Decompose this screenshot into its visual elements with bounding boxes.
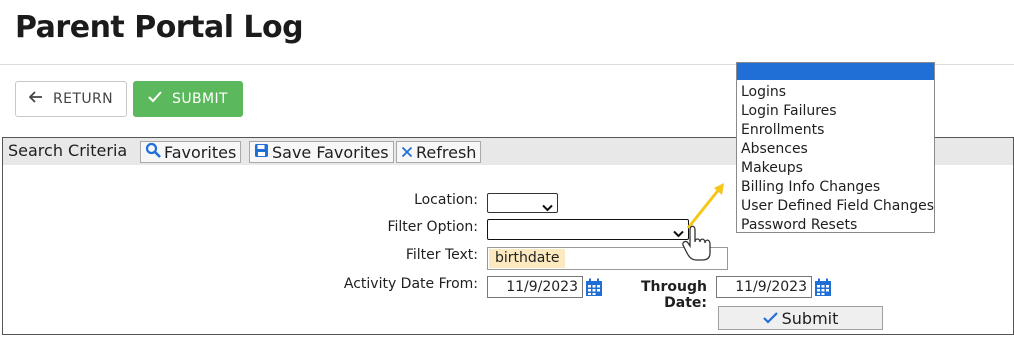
dropdown-option-login-failures[interactable]: Login Failures bbox=[741, 102, 934, 121]
check-icon bbox=[762, 309, 778, 328]
refresh-button[interactable]: Refresh bbox=[396, 141, 482, 163]
location-select[interactable] bbox=[487, 193, 558, 213]
dropdown-option-makeups[interactable]: Makeups bbox=[741, 159, 934, 178]
filter-text-value: birthdate bbox=[489, 249, 566, 268]
page-title: Parent Portal Log bbox=[15, 10, 304, 45]
dropdown-option-logins[interactable]: Logins bbox=[741, 83, 934, 102]
form-submit-button[interactable]: Submit bbox=[718, 306, 883, 330]
return-label: RETURN bbox=[53, 91, 113, 107]
form-submit-label: Submit bbox=[781, 308, 839, 328]
floppy-disk-icon bbox=[254, 143, 269, 162]
through-date-input[interactable]: 11/9/2023 bbox=[716, 276, 812, 298]
dropdown-option-absences[interactable]: Absences bbox=[741, 140, 934, 159]
filter-text-label: Filter Text: bbox=[405, 247, 478, 263]
refresh-label: Refresh bbox=[416, 142, 477, 162]
date-from-input[interactable]: 11/9/2023 bbox=[487, 276, 583, 298]
filter-option-label: Filter Option: bbox=[387, 219, 478, 235]
annotation-arrow-icon bbox=[682, 183, 724, 261]
dropdown-option-user-defined-field-changes[interactable]: User Defined Field Changes bbox=[741, 197, 934, 216]
arrow-left-icon bbox=[28, 91, 43, 107]
submit-button[interactable]: SUBMIT bbox=[133, 81, 243, 117]
search-criteria-heading: Search Criteria bbox=[8, 141, 128, 160]
hand-pointer-icon bbox=[682, 225, 711, 261]
calendar-icon[interactable] bbox=[814, 278, 832, 301]
chevron-down-icon bbox=[542, 198, 553, 217]
dropdown-option-enrollments[interactable]: Enrollments bbox=[741, 121, 934, 140]
return-button[interactable]: RETURN bbox=[15, 81, 127, 117]
search-icon bbox=[145, 142, 161, 162]
dropdown-option-list: Logins Login Failures Enrollments Absenc… bbox=[741, 83, 934, 235]
favorites-label: Favorites bbox=[164, 142, 237, 162]
filter-option-dropdown[interactable]: Logins Login Failures Enrollments Absenc… bbox=[736, 62, 935, 233]
dropdown-option-blank-selected[interactable] bbox=[737, 63, 934, 80]
check-icon bbox=[148, 91, 162, 107]
dropdown-option-password-resets[interactable]: Password Resets bbox=[741, 216, 934, 235]
submit-label: SUBMIT bbox=[172, 91, 228, 107]
date-from-label: Activity Date From: bbox=[343, 276, 478, 292]
save-favorites-label: Save Favorites bbox=[272, 142, 389, 162]
filter-option-select[interactable] bbox=[487, 219, 689, 240]
through-date-label: Through Date: bbox=[641, 279, 707, 311]
favorites-button[interactable]: Favorites bbox=[140, 141, 242, 163]
dropdown-option-billing-info-changes[interactable]: Billing Info Changes bbox=[741, 178, 934, 197]
location-label: Location: bbox=[414, 192, 478, 208]
save-favorites-button[interactable]: Save Favorites bbox=[249, 141, 394, 163]
close-icon bbox=[401, 143, 413, 162]
calendar-icon[interactable] bbox=[585, 278, 603, 301]
